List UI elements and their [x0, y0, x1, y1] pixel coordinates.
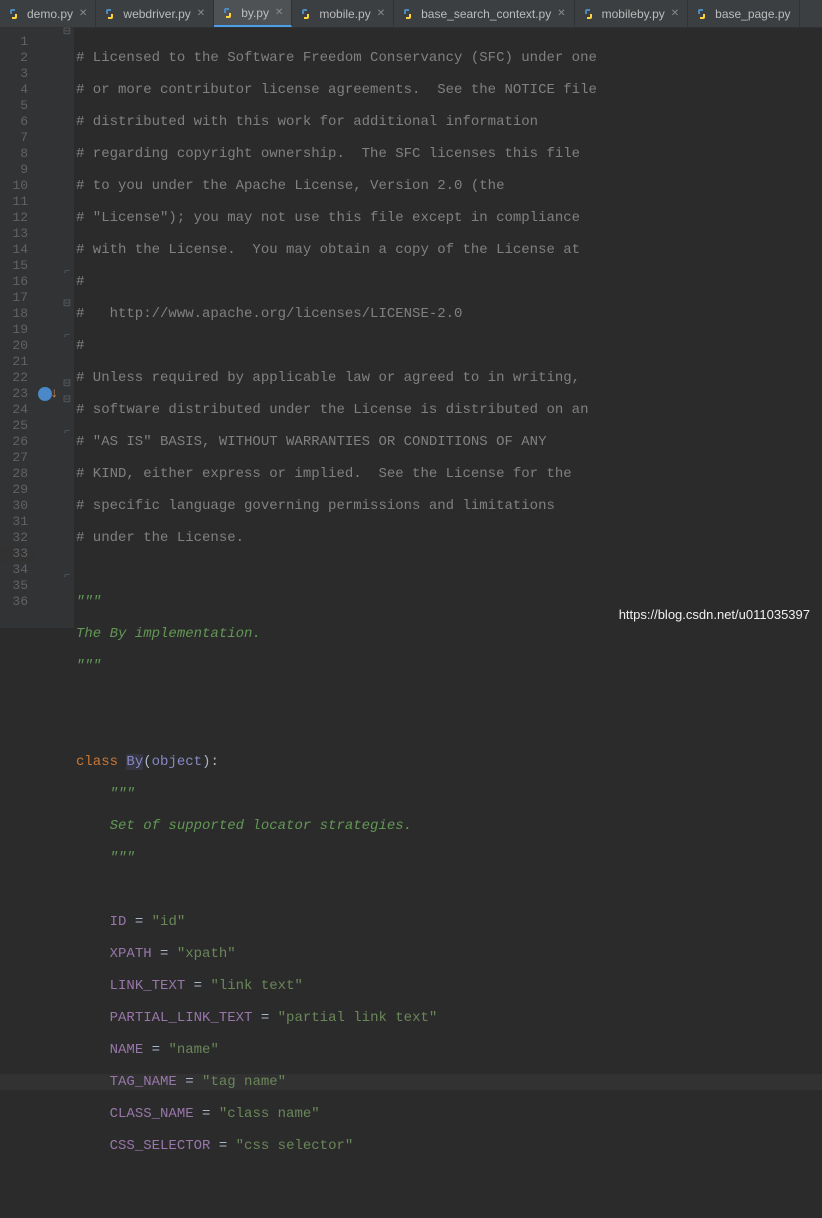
code-area[interactable]: # Licensed to the Software Freedom Conse…	[74, 28, 822, 628]
code-editor[interactable]: 1234567891011121314151617181920212223242…	[0, 28, 822, 628]
tab-label: base_page.py	[715, 7, 790, 21]
tab-mobile-py[interactable]: mobile.py ✕	[292, 0, 394, 27]
python-file-icon	[222, 6, 236, 20]
fold-end-icon[interactable]: ⌐	[62, 572, 72, 582]
python-file-icon	[583, 7, 597, 21]
fold-start-icon[interactable]: ⊟	[62, 300, 72, 310]
python-file-icon	[8, 7, 22, 21]
close-icon[interactable]: ✕	[79, 8, 87, 19]
fold-start-icon[interactable]: ⊟	[62, 380, 72, 390]
line-number-column: 1234567891011121314151617181920212223242…	[0, 28, 34, 628]
close-icon[interactable]: ✕	[275, 7, 283, 18]
breakpoint-icon[interactable]: ↓	[38, 386, 58, 402]
editor-tab-bar: demo.py ✕ webdriver.py ✕ by.py ✕ mobile.…	[0, 0, 822, 28]
gutter: 1234567891011121314151617181920212223242…	[0, 28, 60, 628]
tab-demo-py[interactable]: demo.py ✕	[0, 0, 96, 27]
fold-start-icon[interactable]: ⊟	[62, 28, 72, 38]
fold-end-icon[interactable]: ⌐	[62, 268, 72, 278]
python-file-icon	[402, 7, 416, 21]
close-icon[interactable]: ✕	[197, 8, 205, 19]
python-file-icon	[696, 7, 710, 21]
close-icon[interactable]: ✕	[557, 8, 565, 19]
tab-label: base_search_context.py	[421, 7, 551, 21]
marker-column: ↓	[34, 28, 60, 628]
watermark-text: https://blog.csdn.net/u011035397	[619, 607, 810, 622]
tab-label: mobile.py	[319, 7, 370, 21]
tab-by-py[interactable]: by.py ✕	[214, 0, 292, 27]
fold-column: ⊟ ⌐ ⊟ ⌐ ⊟ ⊟ ⌐ ⌐	[60, 28, 74, 628]
fold-end-icon[interactable]: ⌐	[62, 332, 72, 342]
tab-label: webdriver.py	[123, 7, 190, 21]
tab-label: mobileby.py	[602, 7, 665, 21]
fold-end-icon[interactable]: ⌐	[62, 428, 72, 438]
tab-base-page-py[interactable]: base_page.py	[688, 0, 799, 27]
tab-webdriver-py[interactable]: webdriver.py ✕	[96, 0, 214, 27]
tab-mobileby-py[interactable]: mobileby.py ✕	[575, 0, 689, 27]
python-file-icon	[300, 7, 314, 21]
tab-label: by.py	[241, 6, 269, 20]
tab-label: demo.py	[27, 7, 73, 21]
close-icon[interactable]: ✕	[671, 8, 679, 19]
close-icon[interactable]: ✕	[377, 8, 385, 19]
tab-base-search-context-py[interactable]: base_search_context.py ✕	[394, 0, 574, 27]
python-file-icon	[104, 7, 118, 21]
fold-start-icon[interactable]: ⊟	[62, 396, 72, 406]
current-line: TAG_NAME = "tag name"	[0, 1074, 822, 1090]
